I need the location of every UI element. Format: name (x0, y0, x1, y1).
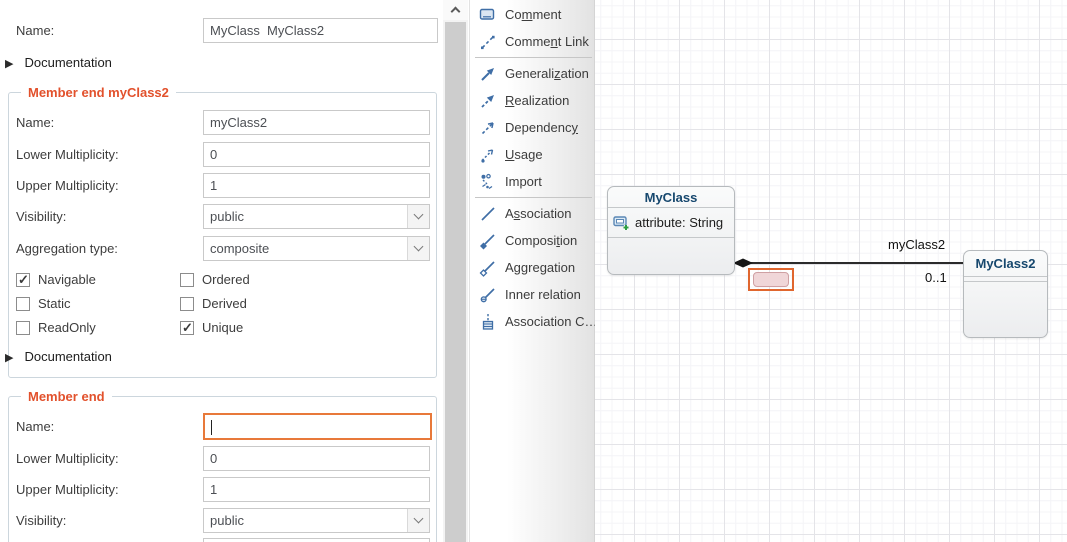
diagram-canvas[interactable]: MyClass attribute: String MyClass2 myCla… (595, 0, 1067, 542)
palette-separator (475, 57, 592, 58)
attributes-section (964, 277, 1047, 282)
scrollbar-thumb[interactable] (445, 22, 466, 542)
ordered-checkbox[interactable]: Ordered (180, 272, 250, 287)
name-label: Name: (16, 110, 54, 135)
association-name-input[interactable] (203, 18, 438, 43)
properties-panel: Name: Documentation Member end myClass2 … (0, 0, 443, 542)
navigable-checkbox[interactable]: Navigable (16, 272, 96, 287)
upper-multiplicity-label: Upper Multiplicity: (16, 173, 119, 198)
checkbox-icon (180, 273, 194, 287)
attribute-add-icon (613, 215, 630, 231)
realization-item[interactable]: Realization (470, 87, 594, 114)
readonly-checkbox[interactable]: ReadOnly (16, 320, 96, 335)
scroll-up-button[interactable] (443, 0, 468, 20)
attribute-row[interactable]: attribute: String (608, 208, 734, 238)
dependency-icon (479, 119, 497, 137)
triangle-right-icon (5, 55, 13, 70)
visibility-select[interactable]: public (203, 204, 430, 229)
triangle-right-icon (5, 349, 13, 364)
palette-item-inner-relation[interactable]: Inner relation (470, 281, 594, 308)
association-icon (479, 205, 497, 223)
palette-item-aggregation[interactable]: Aggregation (470, 254, 594, 281)
class-node-myclass2[interactable]: MyClass2 (963, 250, 1048, 338)
upper-multiplicity-input[interactable] (203, 173, 430, 198)
checkbox-icon (16, 321, 30, 335)
chevron-down-icon (407, 205, 429, 228)
lower-multiplicity-label: Lower Multiplicity: (16, 446, 119, 471)
association-multiplicity-label[interactable]: 0..1 (925, 270, 947, 285)
palette-item-comment[interactable]: Comment (470, 1, 594, 28)
aggregation-type-label: Aggregation type: (16, 236, 118, 261)
usage-icon (479, 146, 497, 164)
palette-item-comment-link[interactable]: Comment Link (470, 28, 594, 55)
documentation-toggle[interactable]: Documentation (5, 349, 112, 364)
palette-item-generalization[interactable]: Generalization (470, 60, 594, 87)
tool-palette: Comment Comment Link Generalization Real… (469, 0, 595, 542)
label-placeholder (753, 272, 789, 287)
palette-item-association-class[interactable]: Association C… (470, 308, 594, 335)
fieldset-legend: Member end myClass2 (21, 85, 176, 100)
visibility-label: Visibility: (16, 508, 66, 533)
association-class-icon (479, 313, 497, 331)
class-title: MyClass (608, 187, 734, 208)
upper-multiplicity-input[interactable] (203, 477, 430, 502)
derived-checkbox[interactable]: Derived (180, 296, 247, 311)
palette-item-usage[interactable]: Usage (470, 141, 594, 168)
visibility-label: Visibility: (16, 204, 66, 229)
palette-item-association[interactable]: Association (470, 200, 594, 227)
static-checkbox[interactable]: Static (16, 296, 71, 311)
chevron-up-icon (451, 7, 461, 17)
selected-association-label[interactable] (748, 268, 794, 291)
class-title: MyClass2 (964, 251, 1047, 277)
import-icon (479, 173, 497, 191)
lower-multiplicity-input[interactable] (203, 446, 430, 471)
inner-relation-icon (479, 286, 497, 304)
documentation-toggle[interactable]: Documentation (5, 55, 112, 70)
association-end-name-label[interactable]: myClass2 (888, 237, 945, 252)
checkbox-icon (180, 297, 194, 311)
lower-multiplicity-input[interactable] (203, 142, 430, 167)
palette-item-import[interactable]: Import (470, 168, 594, 195)
aggregation-type-select[interactable]: composite (203, 236, 430, 261)
uml-editor: Name: Documentation Member end myClass2 … (0, 0, 1067, 542)
attribute-text: attribute: String (635, 215, 723, 230)
member-end-name-input[interactable] (203, 110, 430, 135)
composite-diamond-icon (733, 259, 753, 268)
chevron-down-icon (407, 237, 429, 260)
composition-icon (479, 232, 497, 250)
lower-multiplicity-label: Lower Multiplicity: (16, 142, 119, 167)
checkbox-icon (180, 321, 194, 335)
unique-checkbox[interactable]: Unique (180, 320, 243, 335)
checkbox-icon (16, 273, 30, 287)
properties-scrollbar[interactable] (443, 0, 468, 542)
realization-icon (479, 92, 497, 110)
comment-link-icon (479, 33, 497, 51)
fieldset-legend: Member end (21, 389, 112, 404)
aggregation-icon (479, 259, 497, 277)
name-label: Name: (16, 414, 54, 439)
chevron-down-icon (407, 509, 429, 532)
member-end-name-input-focused[interactable] (203, 413, 432, 440)
comment-icon (479, 6, 497, 24)
visibility-select[interactable]: public (203, 508, 430, 533)
generalization-icon (479, 65, 497, 83)
palette-item-dependency[interactable]: Dependency (470, 114, 594, 141)
upper-multiplicity-label: Upper Multiplicity: (16, 477, 119, 502)
palette-item-composition[interactable]: Composition (470, 227, 594, 254)
checkbox-icon (16, 297, 30, 311)
palette-separator (475, 197, 592, 198)
class-node-myclass[interactable]: MyClass attribute: String (607, 186, 735, 275)
name-label: Name: (16, 18, 54, 43)
aggregation-type-select-cutoff[interactable] (203, 538, 430, 542)
text-caret (211, 420, 212, 435)
